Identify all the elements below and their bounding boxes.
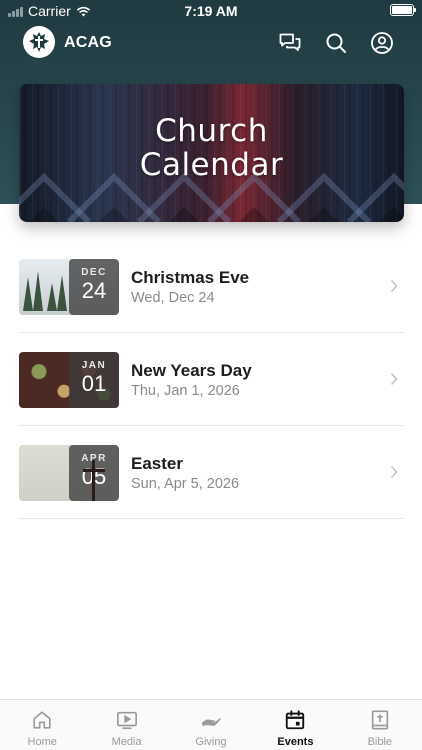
- banner-title: Church Calendar: [19, 114, 404, 182]
- event-date: Thu, Jan 1, 2026: [131, 383, 240, 399]
- tab-label: Giving: [195, 736, 227, 748]
- church-logo[interactable]: [23, 26, 55, 58]
- event-thumbnail: JAN 01: [19, 352, 119, 408]
- tab-label: Home: [27, 736, 57, 748]
- media-icon: [116, 711, 137, 730]
- status-time: 7:19 AM: [184, 3, 238, 19]
- chevron-right-icon: [390, 465, 398, 479]
- tab-home[interactable]: Home: [0, 700, 84, 750]
- event-thumbnail: DEC 24: [19, 259, 119, 315]
- tab-label: Bible: [367, 736, 393, 748]
- app-bar-actions: [278, 31, 394, 55]
- battery-icon: [390, 4, 416, 16]
- banner-title-line2: Calendar: [139, 147, 284, 183]
- app-bar: ACAG: [0, 26, 422, 60]
- giving-icon: [201, 718, 221, 727]
- cross-bar-shape: [83, 469, 105, 472]
- calendar-icon: [286, 710, 305, 730]
- tab-events[interactable]: Events: [253, 700, 337, 750]
- event-thumbnail: APR 05: [19, 445, 119, 501]
- tab-bible[interactable]: Bible: [338, 700, 422, 750]
- event-row-easter[interactable]: APR 05 Easter Sun, Apr 5, 2026: [19, 426, 404, 519]
- event-month: JAN: [81, 360, 107, 371]
- battery-level: [392, 6, 412, 14]
- tab-label: Media: [111, 736, 142, 748]
- event-title: Christmas Eve: [131, 268, 250, 287]
- event-date: Wed, Dec 24: [131, 290, 215, 306]
- event-date-chip: JAN 01: [69, 352, 119, 408]
- bible-icon: [371, 710, 388, 730]
- app-title: ACAG: [64, 34, 112, 51]
- events-list: DEC 24 Christmas Eve Wed, Dec 24 JAN 01 …: [19, 240, 404, 519]
- tab-label: Events: [277, 736, 314, 748]
- event-row-new-years-day[interactable]: JAN 01 New Years Day Thu, Jan 1, 2026: [19, 333, 404, 426]
- tab-giving[interactable]: Giving: [169, 700, 253, 750]
- cross-shape: [92, 460, 95, 501]
- tab-bar: Home Media Giving Events Bible: [0, 699, 422, 750]
- event-row-christmas-eve[interactable]: DEC 24 Christmas Eve Wed, Dec 24: [19, 240, 404, 333]
- account-icon[interactable]: [370, 31, 394, 55]
- status-bar: Carrier 7:19 AM: [0, 0, 422, 22]
- tree-shape: [57, 275, 67, 311]
- church-calendar-banner: Church Calendar: [19, 84, 404, 222]
- home-icon: [33, 711, 51, 729]
- event-date: Sun, Apr 5, 2026: [131, 476, 240, 492]
- tree-shape: [47, 283, 57, 311]
- event-day: 24: [81, 278, 107, 303]
- tree-shape: [33, 271, 43, 311]
- event-date-chip: DEC 24: [69, 259, 119, 315]
- event-day: 01: [81, 371, 107, 396]
- event-title: New Years Day: [131, 361, 252, 380]
- event-title: Easter: [131, 454, 183, 473]
- event-month: DEC: [81, 267, 107, 278]
- chevron-right-icon: [390, 279, 398, 293]
- tree-shape: [23, 277, 33, 311]
- chevron-right-icon: [390, 372, 398, 386]
- search-icon[interactable]: [324, 31, 348, 55]
- messages-icon[interactable]: [278, 31, 302, 55]
- logo-icon: [29, 32, 49, 52]
- tab-media[interactable]: Media: [84, 700, 168, 750]
- banner-title-line1: Church: [155, 113, 268, 149]
